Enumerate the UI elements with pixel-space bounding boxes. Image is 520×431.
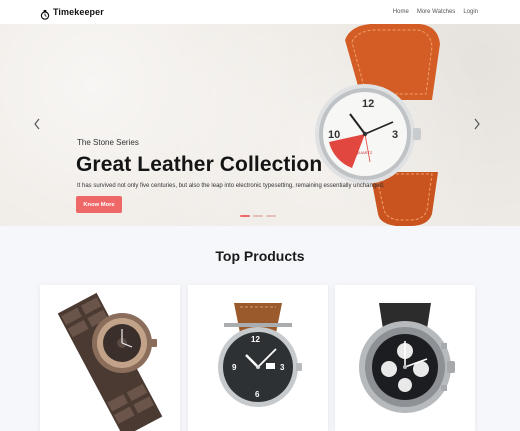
top-products-heading: Top Products <box>215 248 305 264</box>
product-watch-image-chronograph <box>359 303 455 413</box>
product-card[interactable] <box>40 285 180 431</box>
hero-subtitle: The Stone Series <box>77 138 139 147</box>
svg-text:12: 12 <box>362 98 374 110</box>
nav-menu: Home More Watches Login <box>393 9 478 15</box>
hero-description: It has survived not only five centuries,… <box>77 183 385 189</box>
watch-logo-icon <box>40 7 50 20</box>
top-nav: Timekeeper Home More Watches Login <box>0 0 520 24</box>
carousel-next-arrow-icon[interactable] <box>470 117 484 131</box>
svg-text:9: 9 <box>232 363 237 372</box>
svg-text:3: 3 <box>392 129 398 141</box>
nav-link-home[interactable]: Home <box>393 9 409 15</box>
nav-link-more-watches[interactable]: More Watches <box>417 9 455 15</box>
product-card[interactable] <box>335 285 475 431</box>
carousel-prev-arrow-icon[interactable] <box>30 117 44 131</box>
hero-carousel: 12 3 10 QUARTZ The Stone Series Great Le… <box>0 24 520 226</box>
product-watch-image-leather: 12 3 6 9 <box>218 303 302 407</box>
svg-text:6: 6 <box>255 390 260 399</box>
svg-text:QUARTZ: QUARTZ <box>356 150 373 155</box>
nav-link-login[interactable]: Login <box>463 9 478 15</box>
svg-text:10: 10 <box>328 129 340 141</box>
brand-name: Timekeeper <box>53 7 104 17</box>
carousel-indicators <box>240 215 276 217</box>
carousel-dot-3[interactable] <box>266 215 276 217</box>
product-watch-image-bronze <box>57 292 163 431</box>
svg-text:12: 12 <box>251 335 260 344</box>
svg-text:3: 3 <box>280 363 285 372</box>
carousel-dot-1[interactable] <box>240 215 250 217</box>
hero-watch-image: 12 3 10 QUARTZ <box>300 24 460 226</box>
carousel-dot-2[interactable] <box>253 215 263 217</box>
know-more-button[interactable]: Know More <box>76 196 122 213</box>
product-card[interactable]: 12 3 6 9 <box>188 285 328 431</box>
brand[interactable]: Timekeeper <box>40 7 104 20</box>
hero-title: Great Leather Collection <box>76 153 323 176</box>
